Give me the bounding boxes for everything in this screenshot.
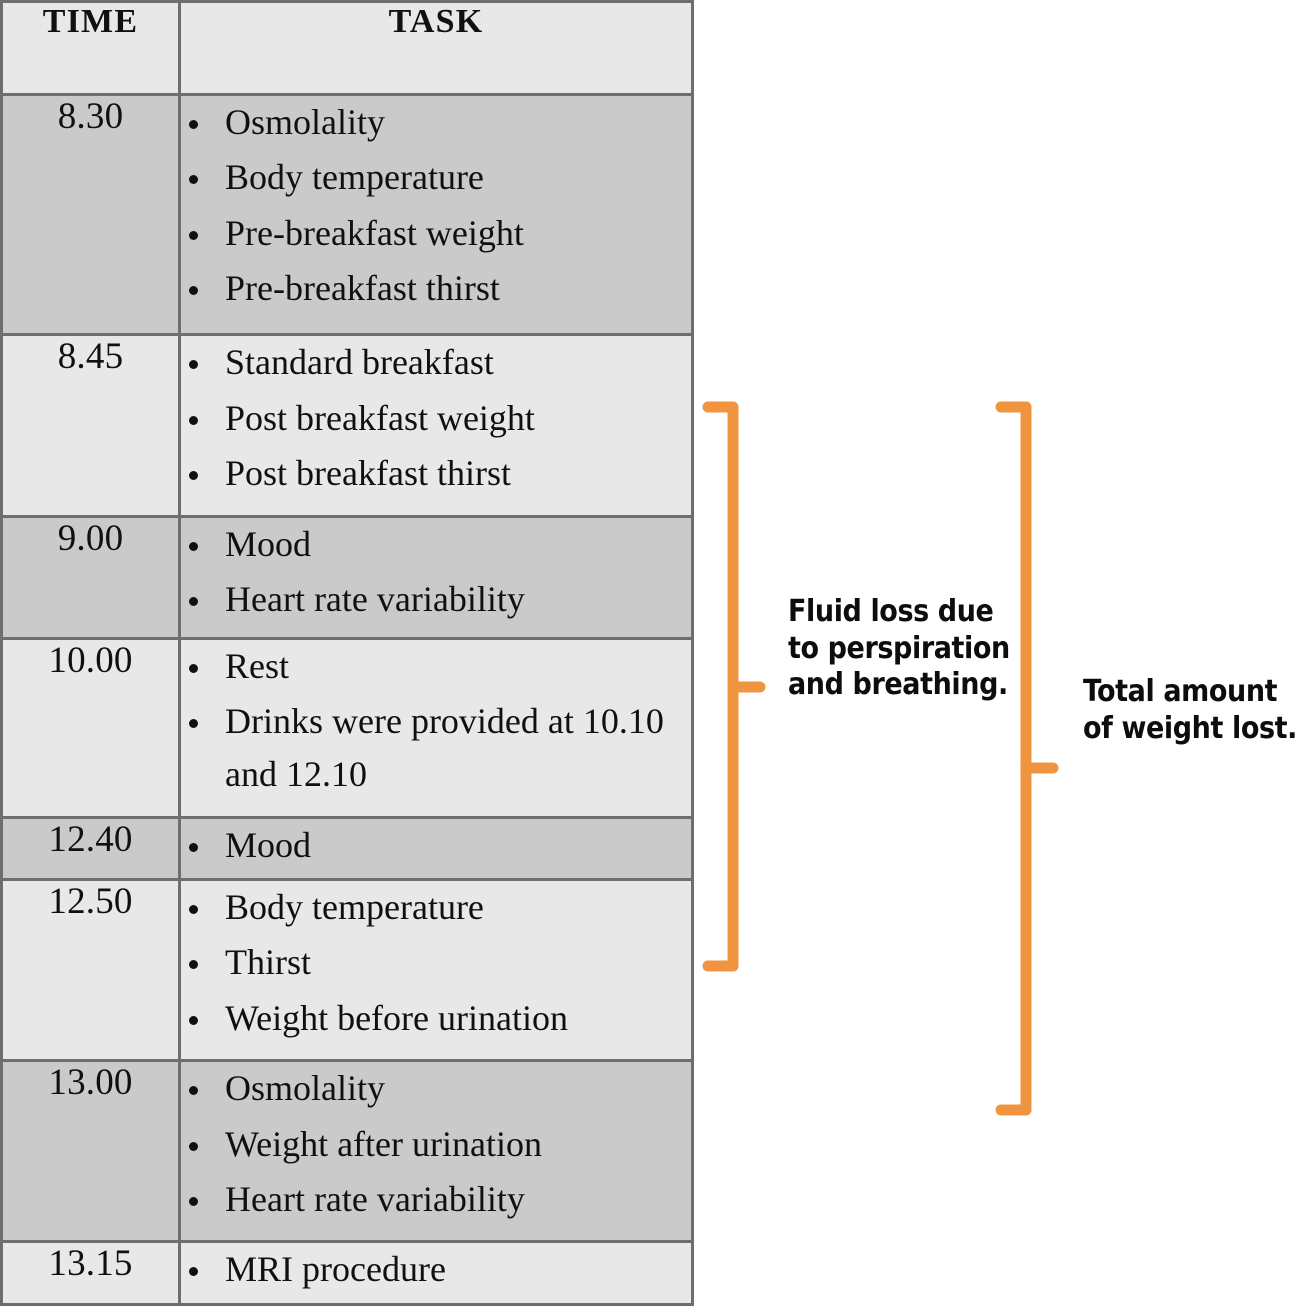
task-cell: Mood Heart rate variability: [178, 514, 694, 640]
task-cell: Osmolality Weight after urination Heart …: [178, 1059, 694, 1244]
task-list: Body temperature Thirst Weight before ur…: [181, 881, 691, 1045]
task-cell: Body temperature Thirst Weight before ur…: [178, 878, 694, 1063]
table-row: 10.00 Rest Drinks were provided at 10.10…: [0, 636, 694, 819]
annotation-label-fluid-loss: Fluid loss due to perspiration and breat…: [788, 594, 1010, 703]
bracket-fluid-loss: [702, 401, 766, 972]
task-list: MRI procedure: [181, 1243, 691, 1296]
time-value: 13.15: [0, 1240, 181, 1306]
list-item: Pre-breakfast weight: [181, 207, 691, 260]
list-item: Weight after urination: [181, 1118, 691, 1171]
task-list: Osmolality Body temperature Pre-breakfas…: [181, 96, 691, 315]
bracket-total-weight: [995, 401, 1059, 1116]
list-item: Standard breakfast: [181, 336, 691, 389]
column-header-time: TIME: [0, 0, 181, 96]
list-item: Body temperature: [181, 881, 691, 934]
list-item: Post breakfast thirst: [181, 447, 691, 500]
list-item: MRI procedure: [181, 1243, 691, 1296]
column-header-task: TASK: [178, 0, 694, 96]
table-header-row: TIME TASK: [0, 0, 694, 96]
task-list: Rest Drinks were provided at 10.10 and 1…: [181, 640, 691, 802]
time-value: 8.30: [0, 92, 181, 337]
list-item: Heart rate variability: [181, 1173, 691, 1226]
list-item: Body temperature: [181, 151, 691, 204]
task-list: Mood Heart rate variability: [181, 518, 691, 627]
list-item: Osmolality: [181, 96, 691, 149]
table-row: 12.50 Body temperature Thirst Weight bef…: [0, 878, 694, 1063]
annotation-label-total-weight: Total amount of weight lost.: [1083, 674, 1295, 746]
time-value: 9.00: [0, 514, 181, 640]
table-body: 8.30 Osmolality Body temperature Pre-bre…: [0, 92, 694, 1306]
table-row: 12.40 Mood: [0, 815, 694, 882]
list-item: Mood: [181, 819, 691, 872]
list-item: Osmolality: [181, 1062, 691, 1115]
time-value: 12.50: [0, 878, 181, 1063]
task-cell: Mood: [178, 815, 694, 882]
list-item: Pre-breakfast thirst: [181, 262, 691, 315]
list-item: Heart rate variability: [181, 573, 691, 626]
table-row: 8.30 Osmolality Body temperature Pre-bre…: [0, 92, 694, 337]
list-item: Thirst: [181, 936, 691, 989]
task-list: Mood: [181, 819, 691, 872]
task-cell: Rest Drinks were provided at 10.10 and 1…: [178, 636, 694, 819]
time-value: 10.00: [0, 636, 181, 819]
table-row: 13.15 MRI procedure: [0, 1240, 694, 1306]
task-cell: Osmolality Body temperature Pre-breakfas…: [178, 92, 694, 337]
table-row: 13.00 Osmolality Weight after urination …: [0, 1059, 694, 1244]
time-value: 13.00: [0, 1059, 181, 1244]
time-value: 12.40: [0, 815, 181, 882]
table-row: 8.45 Standard breakfast Post breakfast w…: [0, 333, 694, 518]
list-item: Mood: [181, 518, 691, 571]
list-item: Drinks were provided at 10.10 and 12.10: [181, 695, 691, 802]
task-cell: Standard breakfast Post breakfast weight…: [178, 333, 694, 518]
list-item: Post breakfast weight: [181, 392, 691, 445]
task-list: Standard breakfast Post breakfast weight…: [181, 336, 691, 500]
task-cell: MRI procedure: [178, 1240, 694, 1306]
list-item: Rest: [181, 640, 691, 693]
table-header: TIME TASK: [0, 0, 694, 96]
list-item: Weight before urination: [181, 992, 691, 1045]
task-list: Osmolality Weight after urination Heart …: [181, 1062, 691, 1226]
table-row: 9.00 Mood Heart rate variability: [0, 514, 694, 640]
study-schedule-table: TIME TASK 8.30 Osmolality Body temperatu…: [0, 0, 694, 1306]
time-value: 8.45: [0, 333, 181, 518]
